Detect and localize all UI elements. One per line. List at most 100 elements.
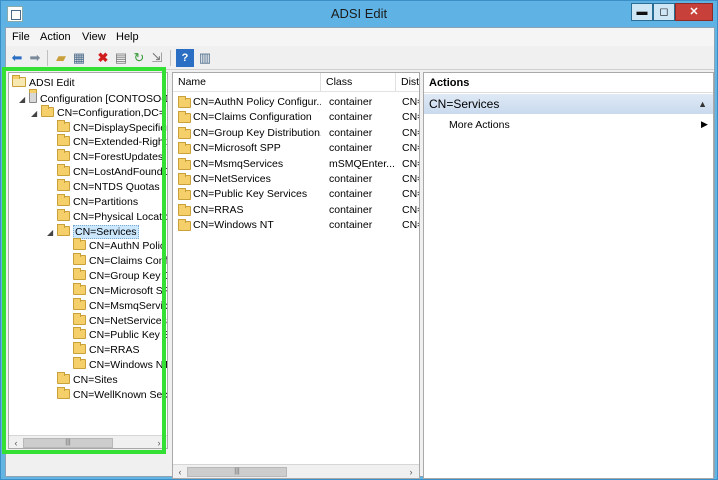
scroll-left-arrow-icon[interactable]: ‹ [174, 466, 186, 478]
tree-item-label: CN=Claims Conf [89, 255, 168, 268]
folder-icon [57, 193, 70, 206]
folder-icon [73, 297, 86, 310]
cell-class: container [329, 96, 373, 108]
tree-item-label: CN=Physical Locatio [73, 210, 168, 223]
actions-section-label: CN=Services [429, 97, 500, 111]
tree-item[interactable]: ◢ CN=Services [47, 223, 139, 240]
scroll-right-arrow-icon[interactable]: › [153, 437, 165, 448]
maximize-button[interactable]: ◻ [653, 3, 675, 21]
tree-item[interactable]: CN=Group Key D [63, 268, 167, 284]
cell-class: container [329, 188, 373, 201]
list-item[interactable]: CN=NetServices container CN= [173, 172, 419, 187]
tree-item[interactable]: CN=Public Key S [63, 327, 167, 343]
list-item[interactable]: CN=AuthN Policy Configur... container CN= [173, 95, 419, 110]
tree-item[interactable]: CN=Extended-Rights [47, 134, 167, 150]
tree-item[interactable]: ◢ CN=Configuration,DC= [31, 104, 165, 121]
list-item[interactable]: CN=Claims Configuration container CN= [173, 110, 419, 125]
more-actions-item[interactable]: More Actions [449, 119, 510, 131]
close-button[interactable]: ✕ [675, 3, 713, 21]
back-arrow-icon[interactable]: ⬅ [8, 49, 26, 67]
tree-item[interactable]: CN=Microsoft SP [63, 282, 167, 299]
menu-file[interactable]: File [12, 31, 30, 43]
expand-collapse-icon[interactable]: ◢ [19, 92, 29, 107]
cell-dn: CN= [402, 126, 419, 139]
cell-class: container [329, 111, 373, 124]
tree-horizontal-scrollbar[interactable]: ‹ ||| › [9, 435, 167, 448]
tree-item-label: CN=DisplaySpecifier [73, 121, 168, 134]
column-header-class[interactable]: Class [321, 73, 396, 92]
tree-item[interactable]: CN=LostAndFoundC [47, 164, 168, 180]
folder-icon [73, 342, 86, 355]
menu-action[interactable]: Action [40, 31, 71, 43]
console-tree-pane[interactable]: ADSI Edit ◢ Configuration [CONTOSO-D ◢ CN=Co… [8, 72, 168, 449]
tree-item[interactable]: CN=Sites [47, 372, 118, 388]
cell-class: mSMQEnter... [329, 157, 395, 170]
tree-item[interactable]: CN=RRAS [63, 342, 139, 358]
title-bar[interactable]: ADSI Edit ▬ ◻ ✕ [1, 1, 717, 27]
tree-item[interactable]: CN=WellKnown Secu [47, 386, 167, 403]
tree-item-label: CN=MsmqServic [89, 299, 168, 312]
scroll-left-arrow-icon[interactable]: ‹ [10, 437, 22, 448]
show-hide-action-pane-icon[interactable]: ▥ [196, 49, 214, 67]
scroll-thumb[interactable]: ||| [23, 438, 113, 448]
show-hide-console-tree-icon[interactable]: ▦ [70, 49, 88, 67]
forward-arrow-icon[interactable]: ➡ [26, 49, 44, 67]
tree-item[interactable]: ◢ Configuration [CONTOSO-D [19, 88, 167, 107]
toolbar-separator [170, 50, 171, 66]
folder-icon [178, 203, 191, 216]
menu-help[interactable]: Help [116, 31, 139, 43]
server-icon [29, 88, 37, 103]
refresh-icon[interactable]: ↻ [130, 49, 148, 67]
list-item[interactable]: CN=Microsoft SPP container CN= [173, 141, 419, 156]
tree-item[interactable]: CN=AuthN Polic [63, 238, 166, 254]
tree-item[interactable]: CN=Claims Conf [63, 253, 168, 269]
export-list-icon[interactable]: ⇲ [148, 49, 166, 67]
folder-icon [57, 372, 70, 384]
tree-item-label: CN=Services [73, 224, 139, 239]
list-item[interactable]: CN=Windows NT container CN= [173, 218, 419, 233]
list-item[interactable]: CN=Public Key Services container CN= [173, 187, 419, 202]
column-header-name[interactable]: Name [173, 73, 321, 92]
tree-item[interactable]: CN=NTDS Quotas [47, 178, 160, 195]
tree-item[interactable]: ADSI Edit [12, 75, 75, 91]
scroll-right-arrow-icon[interactable]: › [405, 466, 417, 478]
properties-icon[interactable]: ▤ [112, 49, 130, 67]
tree-item[interactable]: CN=NetServices [63, 312, 167, 329]
tree-item[interactable]: CN=Windows NT [63, 357, 167, 373]
list-item[interactable]: CN=MsmqServices mSMQEnter... CN= [173, 157, 419, 172]
help-icon[interactable]: ? [176, 49, 194, 67]
cell-name: CN=Public Key Services [193, 188, 308, 201]
cell-class: container [329, 203, 373, 216]
cell-class: container [329, 142, 373, 155]
list-horizontal-scrollbar[interactable]: ‹ ||| › [173, 464, 419, 478]
scroll-thumb[interactable]: ||| [187, 467, 287, 477]
column-header-distinguished-name[interactable]: Disti [396, 73, 419, 92]
tree-item-label: CN=LostAndFoundC [73, 166, 168, 179]
tree-item[interactable]: CN=MsmqServic [63, 297, 168, 314]
collapse-caret-icon[interactable]: ▲ [698, 94, 707, 114]
minimize-button[interactable]: ▬ [631, 3, 653, 21]
delete-icon[interactable]: ✖ [94, 49, 112, 67]
cell-dn: CN= [402, 173, 419, 185]
folder-icon [57, 119, 70, 132]
actions-pane: Actions CN=Services ▲ More Actions ▶ [423, 72, 714, 479]
list-item[interactable]: CN=RRAS container CN= [173, 203, 419, 218]
tree-item[interactable]: CN=ForestUpdates [47, 149, 163, 165]
tree-item-label: CN=AuthN Polic [89, 240, 166, 253]
submenu-arrow-icon[interactable]: ▶ [701, 119, 708, 130]
folder-icon [57, 164, 70, 177]
list-item[interactable]: CN=Group Key Distribution... container CN= [173, 126, 419, 141]
up-folder-icon[interactable]: ▰ [52, 49, 70, 67]
tree-item[interactable]: CN=Physical Locatio [47, 208, 168, 225]
expand-collapse-icon[interactable]: ◢ [47, 225, 57, 240]
window-title: ADSI Edit [330, 6, 388, 21]
folder-icon [57, 223, 70, 236]
result-list-pane[interactable]: Name Class Disti CN=AuthN Policy Configu… [172, 72, 420, 479]
tree-item[interactable]: CN=Partitions [47, 193, 138, 210]
folder-icon [178, 111, 191, 124]
expand-collapse-icon[interactable]: ◢ [31, 106, 41, 121]
actions-section-cn-services[interactable]: CN=Services ▲ [424, 94, 713, 114]
cell-name: CN=AuthN Policy Configur... [193, 96, 321, 108]
tree-item[interactable]: CN=DisplaySpecifier [47, 119, 168, 136]
menu-view[interactable]: View [82, 31, 106, 43]
